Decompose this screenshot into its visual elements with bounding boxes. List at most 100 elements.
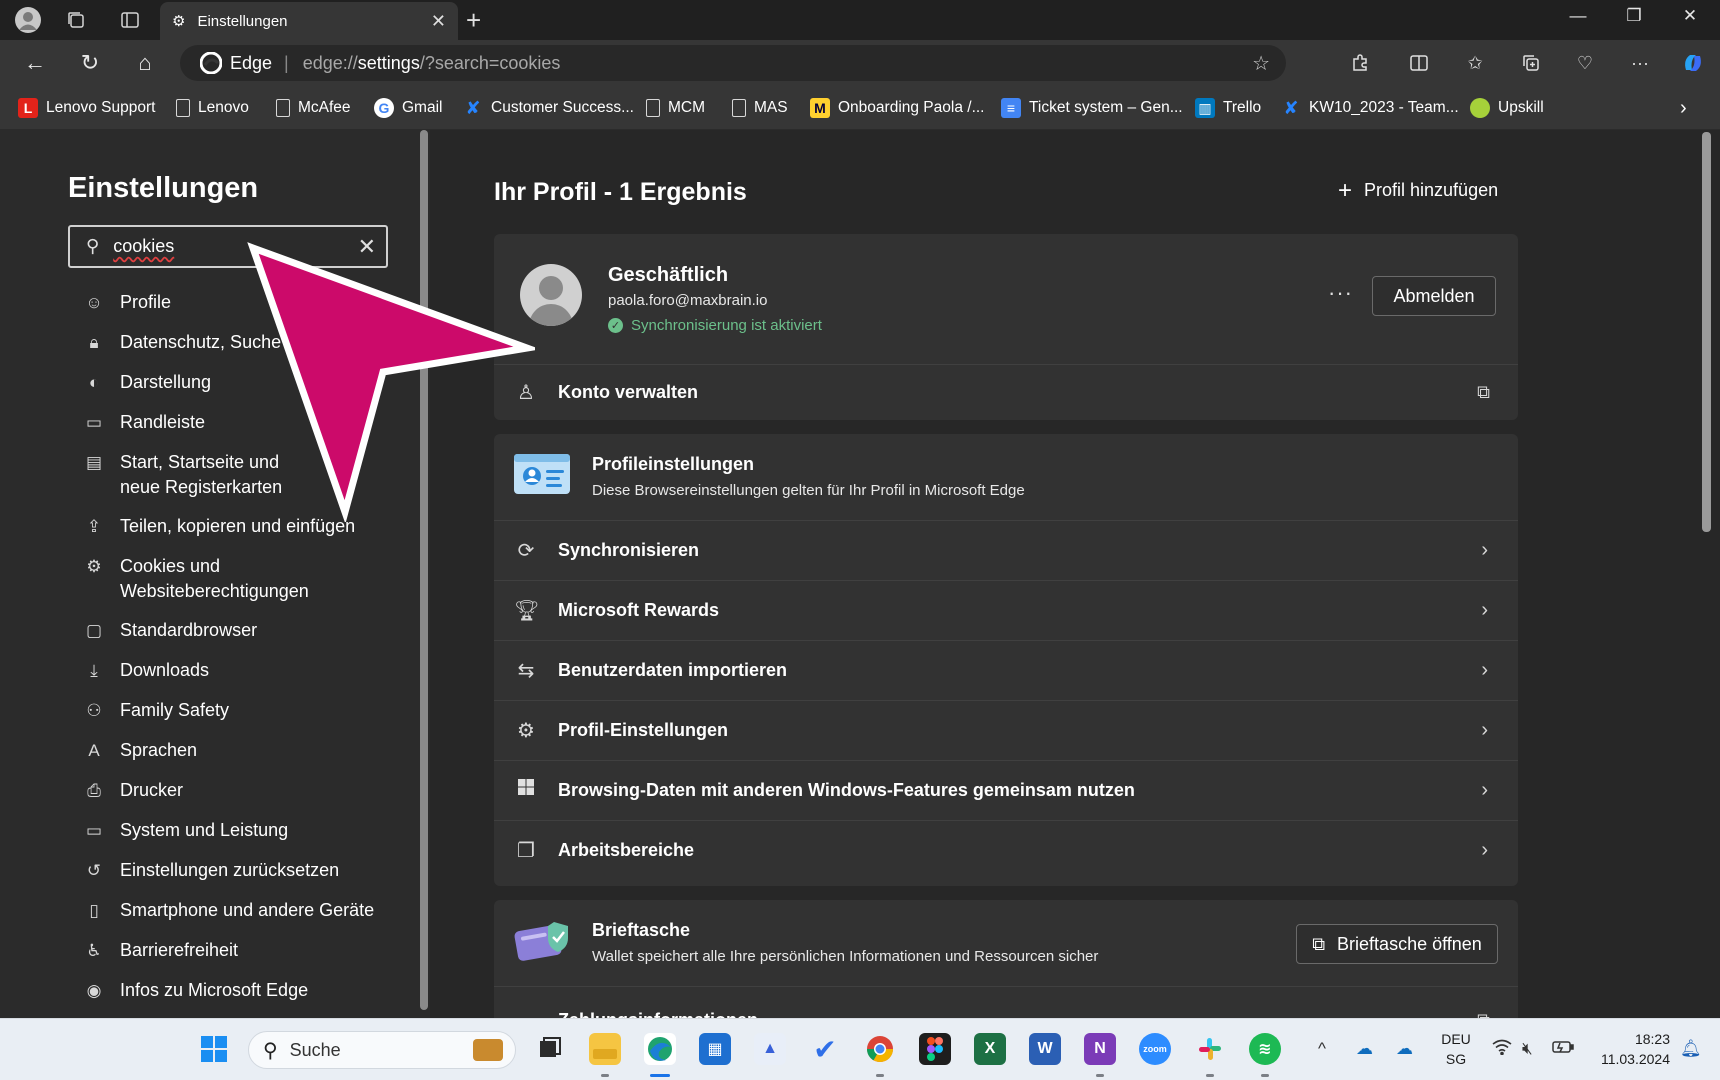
miro-icon: M bbox=[810, 98, 830, 118]
favorites-overflow-chevron-icon[interactable]: › bbox=[1680, 96, 1687, 120]
home-icon[interactable]: ⌂ bbox=[130, 49, 160, 77]
tab-settings[interactable]: ⚙ Einstellungen ✕ bbox=[160, 2, 458, 40]
more-menu-icon[interactable]: ··· bbox=[1625, 49, 1655, 77]
sidebar-scrollbar[interactable] bbox=[420, 130, 428, 1010]
sidebar-item-about[interactable]: ◉ Infos zu Microsoft Edge bbox=[84, 978, 309, 1003]
slack-icon[interactable] bbox=[1194, 1033, 1226, 1065]
row-workspaces[interactable]: ❐ Arbeitsbereiche › bbox=[494, 820, 1518, 880]
sidebar-item-phone[interactable]: ▯ Smartphone und andere Geräte bbox=[84, 898, 374, 923]
figma-icon[interactable] bbox=[919, 1033, 951, 1065]
sidebar-item-cookies[interactable]: ⚙ Cookies und Websiteberechtigungen bbox=[84, 554, 324, 604]
tray-overflow-chevron-icon[interactable]: ^ bbox=[1318, 1039, 1326, 1059]
row-rewards[interactable]: 🏆︎ Microsoft Rewards › bbox=[494, 580, 1518, 640]
sidebar-item-share[interactable]: ⇪ Teilen, kopieren und einfügen bbox=[84, 514, 355, 539]
clear-search-icon[interactable]: ✕ bbox=[358, 234, 376, 260]
profile-settings-title: Profileinstellungen bbox=[592, 454, 755, 474]
favorite-upskill[interactable]: Upskill bbox=[1470, 96, 1544, 120]
page-icon bbox=[176, 99, 190, 117]
sidebar-item-reset[interactable]: ↺ Einstellungen zurücksetzen bbox=[84, 858, 339, 883]
favorite-lenovo[interactable]: Lenovo bbox=[176, 96, 249, 120]
refresh-icon[interactable]: ↻ bbox=[75, 49, 105, 77]
clock[interactable]: 18:23 11.03.2024 bbox=[1586, 1029, 1670, 1069]
favorite-star-icon[interactable]: ☆ bbox=[1252, 51, 1270, 76]
new-tab-icon[interactable]: + bbox=[466, 6, 481, 34]
profile-avatar-icon[interactable] bbox=[14, 6, 42, 34]
favorite-customer-success[interactable]: ✘ Customer Success... bbox=[463, 96, 634, 120]
favorite-onboarding[interactable]: M Onboarding Paola /... bbox=[810, 96, 985, 120]
favorite-trello[interactable]: ▥ Trello bbox=[1195, 96, 1261, 120]
collections-icon[interactable] bbox=[1516, 49, 1546, 77]
zoom-icon[interactable]: zoom bbox=[1139, 1033, 1171, 1065]
workspaces-icon[interactable] bbox=[62, 6, 90, 34]
taskbar-search-input[interactable]: ⚲ Suche bbox=[248, 1031, 516, 1069]
affinity-icon[interactable]: ▲ bbox=[754, 1033, 786, 1065]
spotify-icon[interactable]: ≋ bbox=[1249, 1033, 1281, 1065]
favorite-ticket-system[interactable]: ≡ Ticket system – Gen... bbox=[1001, 96, 1183, 120]
sidebar-item-sidebar[interactable]: ▭ Randleiste bbox=[84, 410, 205, 435]
add-profile-button[interactable]: + Profil hinzufügen bbox=[1338, 178, 1498, 202]
favorite-mcafee[interactable]: McAfee bbox=[276, 96, 351, 120]
volume-muted-icon[interactable]: 🔇︎ bbox=[1522, 1039, 1533, 1059]
sidebar-item-languages[interactable]: A Sprachen bbox=[84, 738, 197, 763]
copilot-icon[interactable] bbox=[1678, 49, 1708, 77]
signout-button[interactable]: Abmelden bbox=[1372, 276, 1496, 316]
sidebar-item-printers[interactable]: ⎙ Drucker bbox=[84, 778, 183, 803]
wallet-title: Brieftasche bbox=[592, 920, 691, 940]
excel-icon[interactable]: X bbox=[974, 1033, 1006, 1065]
sidebar-item-system[interactable]: ▭ System und Leistung bbox=[84, 818, 288, 843]
main-scrollbar[interactable] bbox=[1702, 132, 1711, 532]
row-import[interactable]: ⇆ Benutzerdaten importieren › bbox=[494, 640, 1518, 700]
split-screen-icon[interactable] bbox=[1404, 49, 1434, 77]
sidebar-item-accessibility[interactable]: ♿︎ Barrierefreiheit bbox=[84, 938, 238, 963]
browser-essentials-icon[interactable]: ♡ bbox=[1570, 49, 1600, 77]
battery-icon[interactable] bbox=[1552, 1039, 1574, 1059]
onenote-icon[interactable]: N bbox=[1084, 1033, 1116, 1065]
sidebar-item-start[interactable]: ▤ Start, Startseite und neue Registerkart… bbox=[84, 450, 324, 500]
notifications-bell-icon[interactable]: 🔔︎ bbox=[1680, 1039, 1702, 1059]
favorites-icon[interactable]: ✩ bbox=[1460, 49, 1490, 77]
profile-more-options-icon[interactable]: ··· bbox=[1328, 280, 1353, 306]
chrome-icon[interactable] bbox=[864, 1033, 896, 1065]
address-bar[interactable]: Edge | edge:// settings /?search=cookies… bbox=[180, 45, 1286, 81]
onedrive-icon[interactable]: ☁ bbox=[1356, 1039, 1373, 1059]
profile-card: Geschäftlich paola.foro@maxbrain.io ✓ Sy… bbox=[494, 234, 1518, 420]
extensions-icon[interactable] bbox=[1345, 49, 1375, 77]
vertical-tabs-icon[interactable] bbox=[116, 6, 144, 34]
chevron-right-icon: › bbox=[1481, 538, 1488, 561]
row-payment-info[interactable]: ▭ Zahlungsinformationen ⧉ bbox=[494, 990, 1518, 1019]
keyboard-language[interactable]: DEU SG bbox=[1438, 1029, 1474, 1069]
sidebar-item-profile[interactable]: ☺ Profile bbox=[84, 290, 171, 315]
favorite-gmail[interactable]: G Gmail bbox=[374, 96, 442, 120]
onedrive-business-icon[interactable]: ☁ bbox=[1396, 1039, 1413, 1059]
tab-close-icon[interactable]: ✕ bbox=[431, 11, 446, 32]
restore-icon[interactable]: ❐ bbox=[1614, 6, 1654, 26]
favorite-lenovo-support[interactable]: L Lenovo Support bbox=[18, 96, 155, 120]
row-sync[interactable]: ⟳ Synchronisieren › bbox=[494, 520, 1518, 580]
back-icon[interactable]: ← bbox=[20, 49, 50, 77]
sidebar-item-family-safety[interactable]: ⚇ Family Safety bbox=[84, 698, 229, 723]
open-wallet-button[interactable]: ⧉ Brieftasche öffnen bbox=[1296, 924, 1498, 964]
favorites-bar: L Lenovo Support Lenovo McAfee G Gmail ✘… bbox=[0, 86, 1720, 130]
store-icon[interactable]: ▦ bbox=[699, 1033, 731, 1065]
sidebar-item-downloads[interactable]: ⤓ Downloads bbox=[84, 658, 209, 683]
wifi-icon[interactable] bbox=[1492, 1039, 1512, 1060]
share-icon: ⇪ bbox=[86, 517, 102, 536]
close-window-icon[interactable]: ✕ bbox=[1670, 6, 1710, 26]
file-explorer-icon[interactable] bbox=[589, 1033, 621, 1065]
favorite-mas[interactable]: MAS bbox=[732, 96, 788, 120]
sidebar-item-default-browser[interactable]: ▢ Standardbrowser bbox=[84, 618, 257, 643]
edge-taskbar-icon[interactable] bbox=[644, 1033, 676, 1065]
minimize-icon[interactable]: — bbox=[1558, 6, 1598, 26]
sidebar-item-privacy[interactable]: 🔒︎ Datenschutz, Suche und Dienste bbox=[84, 330, 382, 355]
favorite-mcm[interactable]: MCM bbox=[646, 96, 705, 120]
favorite-kw10[interactable]: ✘ KW10_2023 - Team... bbox=[1281, 96, 1458, 120]
settings-search-input[interactable]: ⚲ cookies ✕ bbox=[68, 225, 388, 268]
row-profile-settings[interactable]: ⚙ Profil-Einstellungen › bbox=[494, 700, 1518, 760]
windows-start-icon[interactable] bbox=[198, 1033, 230, 1065]
word-icon[interactable]: W bbox=[1029, 1033, 1061, 1065]
task-view-icon[interactable] bbox=[534, 1033, 566, 1065]
todo-icon[interactable]: ✔ bbox=[809, 1033, 841, 1065]
manage-account-row[interactable]: ♙ Konto verwalten ⧉ bbox=[494, 364, 1518, 420]
row-windows-features[interactable]: Browsing-Daten mit anderen Windows-Featu… bbox=[494, 760, 1518, 820]
sidebar-item-appearance[interactable]: ◐ Darstellung bbox=[84, 370, 211, 395]
